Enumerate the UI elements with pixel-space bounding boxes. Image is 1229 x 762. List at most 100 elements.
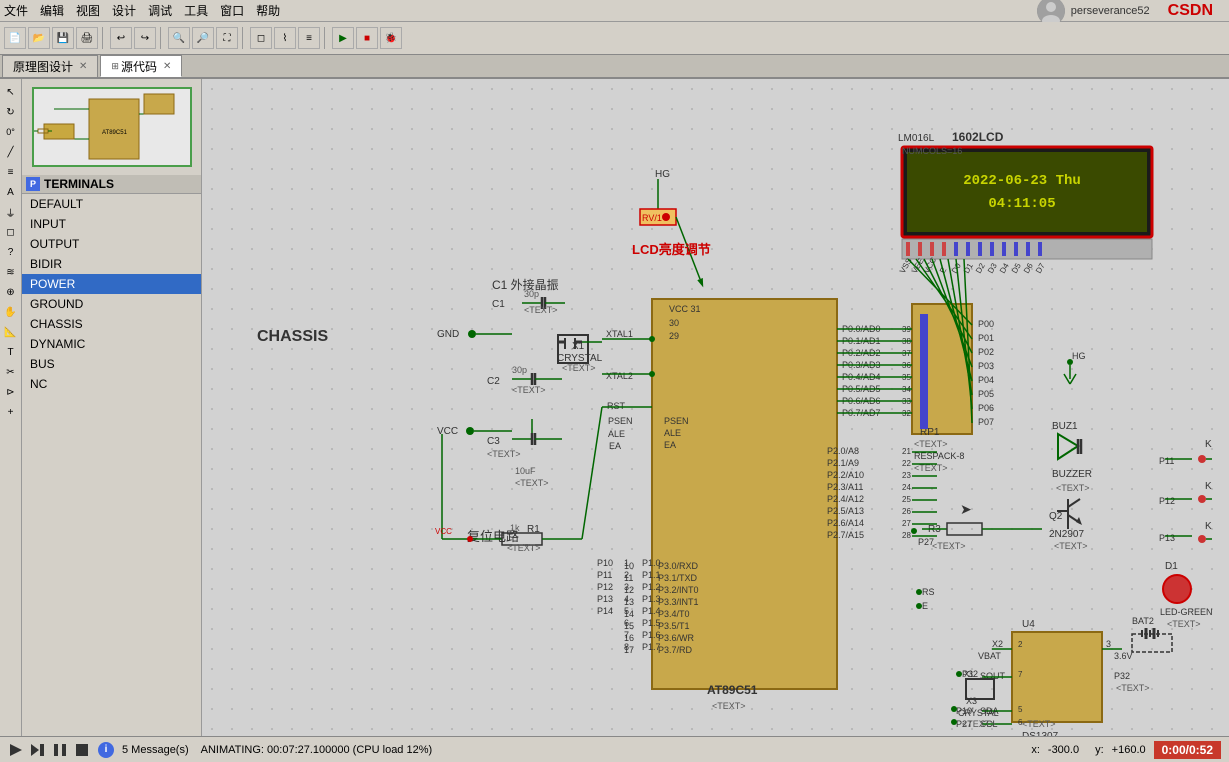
probe-tool[interactable]: ⊳ [2, 383, 20, 401]
zoom-out-icon[interactable]: 🔎 [192, 27, 214, 49]
terminal-ground[interactable]: GROUND [22, 294, 201, 314]
main-area: ↖ ↻ 0° ╱ ≡ A ⏚ ◻ ? ≋ ⊕ ✋ 📐 T ✂ ⊳ + AT [0, 79, 1229, 736]
tab-schematic-close[interactable]: ✕ [79, 61, 87, 72]
menu-edit[interactable]: 编辑 [40, 2, 64, 19]
menu-design[interactable]: 设计 [112, 2, 136, 19]
delete-tool[interactable]: ✂ [2, 363, 20, 381]
bus-icon[interactable]: ≡ [298, 27, 320, 49]
svg-text:3.6V: 3.6V [1114, 651, 1133, 661]
zoom-tool[interactable]: ⊕ [2, 283, 20, 301]
menu-help[interactable]: 帮助 [256, 2, 280, 19]
svg-text:ALE: ALE [608, 429, 625, 439]
netlist-tool[interactable]: ≋ [2, 263, 20, 281]
svg-text:K3: K3 [1205, 521, 1212, 532]
pan-tool[interactable]: ✋ [2, 303, 20, 321]
wire-icon[interactable]: ⌇ [274, 27, 296, 49]
user-avatar[interactable] [1037, 0, 1065, 25]
terminal-bidir[interactable]: BIDIR [22, 254, 201, 274]
terminal-dynamic[interactable]: DYNAMIC [22, 334, 201, 354]
menu-file[interactable]: 文件 [4, 2, 28, 19]
terminal-input[interactable]: INPUT [22, 214, 201, 234]
canvas-area[interactable]: 2022-06-23 Thu 04:11:05 LM016L [202, 79, 1229, 736]
toolbar: 文件 编辑 视图 设计 调试 工具 窗口 帮助 perseverance52 C… [0, 0, 1229, 55]
fit-icon[interactable]: ⛶ [216, 27, 238, 49]
undo-icon[interactable]: ↩ [110, 27, 132, 49]
schematic-view[interactable]: 2022-06-23 Thu 04:11:05 LM016L [202, 79, 1229, 736]
measure-tool[interactable]: 📐 [2, 323, 20, 341]
svg-text:D3: D3 [986, 261, 999, 275]
power-tool[interactable]: ⏚ [2, 203, 20, 221]
run-icon[interactable]: ▶ [332, 27, 354, 49]
tab-schematic[interactable]: 原理图设计 ✕ [2, 55, 98, 77]
terminal-default[interactable]: DEFAULT [22, 194, 201, 214]
svg-text:3: 3 [1106, 639, 1111, 649]
svg-text:C2: C2 [487, 376, 500, 387]
svg-text:P01: P01 [978, 333, 994, 343]
tab-source[interactable]: ⊞ 源代码 ✕ [100, 55, 182, 77]
sep4 [324, 27, 328, 49]
tab-source-close[interactable]: ✕ [163, 61, 171, 72]
component-icon[interactable]: ◻ [250, 27, 272, 49]
pause-button[interactable] [52, 742, 68, 758]
bus-tool[interactable]: ≡ [2, 163, 20, 181]
svg-text:P3.5/T1: P3.5/T1 [658, 621, 690, 631]
svg-text:RST: RST [607, 401, 626, 411]
text-tool[interactable]: T [2, 343, 20, 361]
svg-text:P3.7/RD: P3.7/RD [658, 645, 693, 655]
svg-text:LCD亮度调节: LCD亮度调节 [632, 242, 711, 257]
svg-text:P2.3/A11: P2.3/A11 [827, 482, 863, 492]
menu-view[interactable]: 视图 [76, 2, 100, 19]
tab-bar: 原理图设计 ✕ ⊞ 源代码 ✕ [0, 55, 1229, 79]
svg-text:P04: P04 [978, 375, 994, 385]
svg-text:24: 24 [902, 483, 911, 492]
svg-text:X1: X1 [964, 670, 974, 679]
terminal-power[interactable]: POWER [22, 274, 201, 294]
terminal-bus[interactable]: BUS [22, 354, 201, 374]
svg-text:<TEXT>: <TEXT> [1056, 483, 1090, 493]
svg-text:BAT2: BAT2 [1132, 616, 1154, 626]
svg-text:2N2907: 2N2907 [1049, 529, 1084, 540]
print-icon[interactable]: 🖨 [76, 27, 98, 49]
zoom-in-icon[interactable]: 🔍 [168, 27, 190, 49]
annotate-tool[interactable]: ? [2, 243, 20, 261]
terminal-output[interactable]: OUTPUT [22, 234, 201, 254]
svg-text:26: 26 [902, 507, 911, 516]
svg-text:2: 2 [1018, 640, 1023, 649]
svg-text:14: 14 [624, 609, 634, 619]
svg-text:D7: D7 [1034, 261, 1047, 275]
menu-tools[interactable]: 工具 [184, 2, 208, 19]
terminal-nc[interactable]: NC [22, 374, 201, 394]
tab-source-label: 源代码 [121, 58, 157, 75]
svg-text:BUZ1: BUZ1 [1052, 421, 1078, 432]
menu-window[interactable]: 窗口 [220, 2, 244, 19]
svg-text:HG: HG [1072, 351, 1086, 361]
debug-icon[interactable]: 🐞 [380, 27, 402, 49]
svg-text:<TEXT>: <TEXT> [512, 385, 546, 395]
rotate-tool[interactable]: ↻ [2, 103, 20, 121]
label-tool[interactable]: A [2, 183, 20, 201]
svg-text:P12: P12 [1159, 496, 1175, 506]
wire-tool[interactable]: ╱ [2, 143, 20, 161]
stop-icon[interactable]: ■ [356, 27, 378, 49]
open-icon[interactable]: 📂 [28, 27, 50, 49]
step-forward-button[interactable] [30, 742, 46, 758]
svg-text:K2: K2 [1205, 481, 1212, 492]
menu-debug[interactable]: 调试 [148, 2, 172, 19]
svg-text:U4: U4 [1022, 619, 1035, 630]
svg-text:➤: ➤ [960, 501, 972, 517]
component-place[interactable]: ◻ [2, 223, 20, 241]
svg-text:D5: D5 [1010, 261, 1023, 275]
select-tool[interactable]: ↖ [2, 83, 20, 101]
save-icon[interactable]: 💾 [52, 27, 74, 49]
svg-text:<TEXT>: <TEXT> [562, 363, 596, 373]
terminal-chassis[interactable]: CHASSIS [22, 314, 201, 334]
mark-tool[interactable]: + [2, 403, 20, 421]
svg-text:P2.4/A12: P2.4/A12 [827, 494, 864, 504]
svg-text:P12: P12 [597, 582, 613, 592]
play-button[interactable] [8, 742, 24, 758]
new-icon[interactable]: 📄 [4, 27, 26, 49]
redo-icon[interactable]: ↪ [134, 27, 156, 49]
schematic-preview[interactable]: AT89C51 [32, 87, 192, 167]
stop-button[interactable] [74, 742, 90, 758]
svg-text:Q2: Q2 [1049, 511, 1063, 522]
